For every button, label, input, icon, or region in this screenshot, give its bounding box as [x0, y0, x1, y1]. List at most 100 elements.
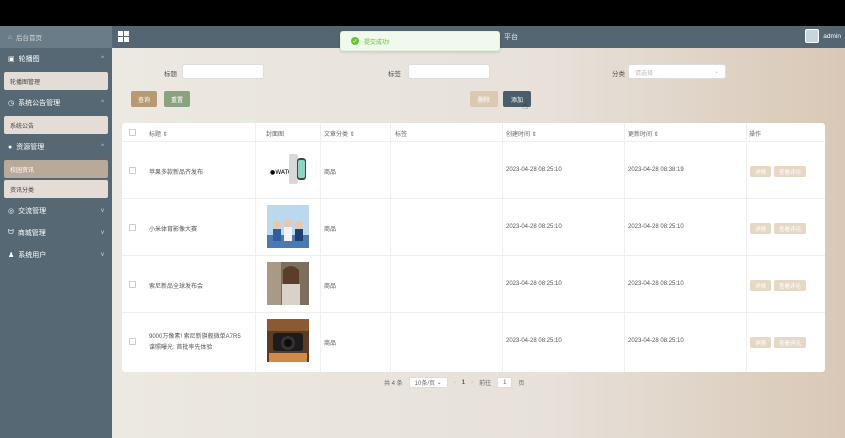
table-row: 苹果多款新品齐发布 ●WATCH 商品 2023-04-28 08:25:10 …: [122, 142, 825, 199]
row-actions: 详情 查看评论: [750, 280, 807, 291]
main-content: 平台 admin ✓ 提交成功! 标题 标签 分类 请选择 ⌄ 查询 重置 删除…: [112, 26, 845, 438]
tag-input[interactable]: [408, 64, 490, 79]
title-input[interactable]: [182, 64, 264, 79]
row-checkbox[interactable]: [129, 281, 136, 288]
cover-image-portrait: [267, 262, 309, 305]
title-label: 标题: [164, 71, 177, 78]
sidebar-home[interactable]: ⌂ 后台首页: [0, 26, 112, 48]
detail-button[interactable]: 详情: [750, 223, 772, 234]
sidebar-group-label: 商城管理: [17, 230, 46, 237]
cover-image-watch: ●WATCH: [267, 148, 309, 191]
sidebar-item-announcement[interactable]: 系统公告: [4, 116, 108, 134]
row-checkbox[interactable]: [129, 167, 136, 174]
goto-input[interactable]: 1: [497, 377, 513, 388]
row-title: 苹果多款新品齐发布: [149, 170, 204, 176]
success-toast: ✓ 提交成功!: [340, 31, 500, 51]
detail-button[interactable]: 详情: [750, 337, 772, 348]
news-table: 标题 ⇕ 封面图 文章分类 ⇕ 标签 创建时间 ⇕ 更新时间 ⇕ 操作 苹果多款…: [122, 123, 825, 372]
row-title-line2: 谍照曝光: 首批率先体验: [149, 345, 213, 351]
sidebar-item-label: 资讯分类: [10, 187, 35, 194]
sidebar-item-campus-news[interactable]: 校园资讯: [4, 160, 108, 178]
delete-button[interactable]: 删除: [470, 91, 498, 107]
search-button[interactable]: 查询: [131, 91, 157, 107]
toast-message: 提交成功!: [364, 39, 390, 46]
chevron-up-icon: ^: [101, 56, 104, 62]
total-count: 共 4 条: [384, 381, 403, 387]
row-title: 索尼新品全球发布会: [149, 284, 204, 290]
category-select[interactable]: 请选择 ⌄: [628, 64, 726, 79]
row-created: 2023-04-28 08:25:10: [506, 224, 562, 230]
user-menu[interactable]: admin: [805, 29, 841, 43]
sidebar-group-resources[interactable]: ● 资源管理 ^: [0, 136, 112, 158]
row-title: 小米体育影像大赛: [149, 227, 198, 233]
sidebar-item-label: 校园资讯: [10, 167, 35, 174]
sidebar: ⌂ 后台首页 ▣ 轮播图 ^ 轮播图管理 ◷ 系统公告管理 ^ 系统公告 ● 资源管理…: [0, 26, 112, 438]
sidebar-item-carousel-manage[interactable]: 轮播图管理: [4, 72, 108, 90]
col-created[interactable]: 创建时间 ⇕: [506, 129, 537, 138]
table-row: 索尼新品全球发布会 商品 2023-04-28 08:25:10 2023-04…: [122, 256, 825, 313]
sidebar-group-exchange[interactable]: ◎ 交流管理 v: [0, 200, 112, 222]
select-all-checkbox[interactable]: [129, 129, 136, 136]
row-actions: 详情 查看评论: [750, 166, 807, 177]
col-category[interactable]: 文章分类 ⇕: [324, 129, 355, 138]
chat-icon: ◎: [8, 208, 15, 215]
view-comments-button[interactable]: 查看评论: [774, 166, 807, 177]
username: admin: [823, 32, 841, 40]
cursor-icon: ☝: [522, 101, 529, 112]
table-header: 标题 ⇕ 封面图 文章分类 ⇕ 标签 创建时间 ⇕ 更新时间 ⇕ 操作: [122, 123, 825, 142]
row-created: 2023-04-28 08:25:10: [506, 338, 562, 344]
sidebar-group-label: 系统公告管理: [18, 100, 61, 107]
row-created: 2023-04-28 08:25:10: [506, 281, 562, 287]
goto-label: 前往: [479, 381, 492, 387]
col-updated[interactable]: 更新时间 ⇕: [628, 129, 659, 138]
page-size-select[interactable]: 10条/页 ⌄: [408, 377, 448, 388]
header-title: 平台: [504, 34, 518, 41]
avatar: [805, 29, 820, 43]
chevron-down-icon: v: [101, 230, 104, 236]
sidebar-item-news-category[interactable]: 资讯分类: [4, 180, 108, 198]
row-created: 2023-04-28 08:25:10: [506, 167, 562, 173]
row-category: 商品: [324, 227, 337, 233]
cover-image-sports: [267, 205, 309, 248]
sidebar-item-label: 轮播图管理: [10, 79, 41, 86]
page-unit: 页: [518, 381, 525, 387]
pagination: 共 4 条 10条/页 ⌄ ‹ 1 › 前往 1 页: [384, 377, 524, 388]
view-comments-button[interactable]: 查看评论: [774, 223, 807, 234]
sidebar-group-mall[interactable]: ᗢ 商城管理 v: [0, 222, 112, 244]
user-icon: ♟: [8, 252, 15, 259]
reset-button[interactable]: 重置: [164, 91, 190, 107]
filter-bar: 标题 标签 分类 请选择 ⌄: [112, 62, 845, 82]
sidebar-group-label: 交流管理: [18, 208, 47, 215]
row-category: 商品: [324, 170, 337, 176]
row-checkbox[interactable]: [129, 338, 136, 345]
next-page-icon[interactable]: ›: [471, 380, 473, 386]
detail-button[interactable]: 详情: [750, 166, 772, 177]
view-comments-button[interactable]: 查看评论: [774, 337, 807, 348]
prev-page-icon[interactable]: ‹: [454, 380, 456, 386]
row-checkbox[interactable]: [129, 224, 136, 231]
sidebar-group-carousel[interactable]: ▣ 轮播图 ^: [0, 48, 112, 70]
cover-image-camera: [267, 319, 309, 362]
current-page[interactable]: 1: [462, 380, 465, 386]
category-placeholder: 请选择: [635, 71, 654, 77]
menu-toggle-icon[interactable]: [118, 31, 129, 42]
col-actions: 操作: [749, 132, 762, 138]
col-tag: 标签: [395, 132, 408, 138]
category-label: 分类: [612, 71, 625, 78]
row-actions: 详情 查看评论: [750, 223, 807, 234]
check-icon: ✓: [351, 37, 359, 45]
cart-icon: ᗢ: [8, 229, 14, 236]
row-category: 商品: [324, 341, 337, 347]
view-comments-button[interactable]: 查看评论: [774, 280, 807, 291]
sidebar-group-announcement[interactable]: ◷ 系统公告管理 ^: [0, 92, 112, 114]
sidebar-group-users[interactable]: ♟ 系统用户 v: [0, 244, 112, 266]
col-cover: 封面图: [266, 132, 285, 138]
sidebar-item-label: 系统公告: [10, 123, 35, 130]
chevron-up-icon: ^: [101, 100, 104, 106]
chevron-down-icon: v: [101, 208, 104, 214]
row-actions: 详情 查看评论: [750, 337, 807, 348]
col-title[interactable]: 标题 ⇕: [149, 129, 168, 138]
tag-label: 标签: [388, 71, 401, 78]
detail-button[interactable]: 详情: [750, 280, 772, 291]
sidebar-home-label: 后台首页: [15, 35, 42, 42]
